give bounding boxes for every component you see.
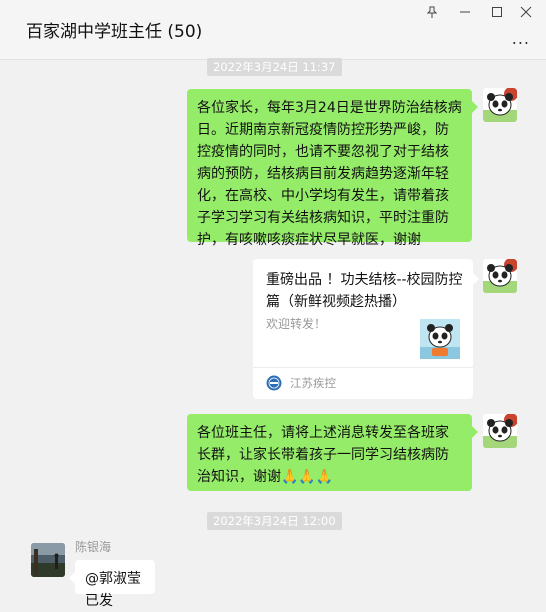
avatar-self[interactable] — [483, 414, 517, 448]
link-card-divider — [253, 367, 473, 368]
avatar-self[interactable] — [483, 259, 517, 293]
message-text: 各位班主任，请将上述消息转发至各班家长群，让家长带着孩子一同学习结核病防治知识，… — [197, 425, 449, 485]
avatar-other[interactable] — [31, 543, 65, 577]
message-bubble-self[interactable]: 各位班主任，请将上述消息转发至各班家长群，让家长带着孩子一同学习结核病防治知识，… — [187, 414, 478, 491]
link-card[interactable]: 重磅出品 ！功夫结核--校园防控篇（新鲜视频趁热播） 欢迎转发！ 江苏疾控 — [253, 259, 479, 399]
link-card-title: 重磅出品 ！功夫结核--校园防控篇（新鲜视频趁热播） — [266, 272, 463, 310]
close-icon[interactable] — [512, 2, 540, 22]
message-text: @郭淑莹 已发 — [85, 571, 141, 609]
panda-icon — [420, 319, 460, 359]
message-bubble-self[interactable]: 各位家长，每年3月24日是世界防治结核病日。近期南京新冠疫情防控形势严峻，防控疫… — [187, 89, 478, 248]
more-options-icon[interactable]: ... — [512, 31, 530, 47]
panda-icon — [483, 88, 517, 122]
jiangsu-cdc-logo-icon — [266, 375, 282, 391]
message-bubble-other[interactable]: @郭淑莹 已发 — [69, 560, 155, 609]
link-card-footer: 江苏疾控 — [266, 375, 336, 391]
link-card-description: 欢迎转发！ — [266, 317, 327, 331]
avatar-self[interactable] — [483, 88, 517, 122]
timestamp: 2022年3月24日 11:37 — [207, 58, 342, 76]
landscape-photo-icon — [31, 543, 65, 577]
timestamp: 2022年3月24日 12:00 — [207, 512, 342, 530]
chat-header: 百家湖中学班主任 (50) ... — [0, 0, 546, 60]
chat-title: 百家湖中学班主任 (50) — [26, 22, 203, 42]
link-card-source: 江苏疾控 — [290, 376, 336, 390]
sender-name: 陈银海 — [75, 540, 112, 554]
panda-icon — [483, 414, 517, 448]
maximize-icon[interactable] — [483, 2, 511, 22]
pin-icon[interactable] — [418, 2, 446, 22]
panda-icon — [483, 259, 517, 293]
minimize-icon[interactable] — [451, 2, 479, 22]
message-text: 各位家长，每年3月24日是世界防治结核病日。近期南京新冠疫情防控形势严峻，防控疫… — [197, 100, 462, 248]
